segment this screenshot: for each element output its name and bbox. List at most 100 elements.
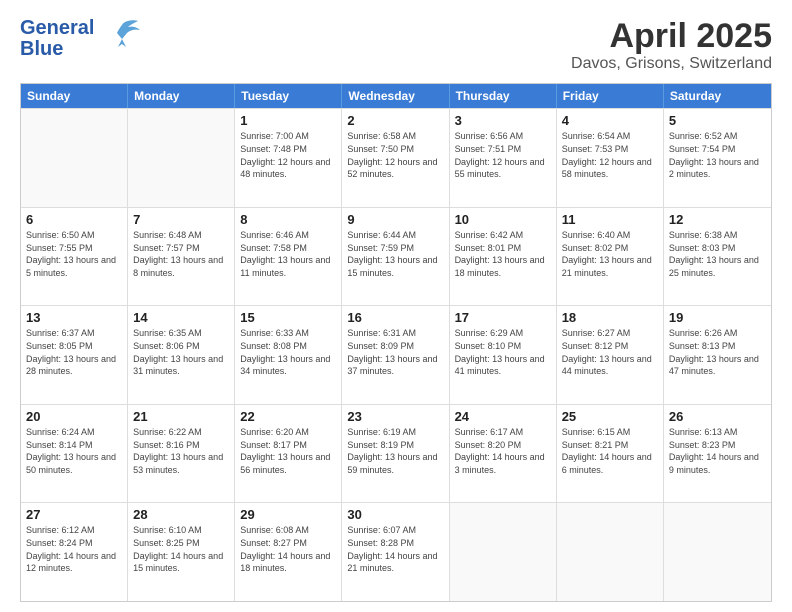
calendar-cell: 21Sunrise: 6:22 AMSunset: 8:16 PMDayligh… bbox=[128, 405, 235, 503]
calendar-header-cell: Tuesday bbox=[235, 84, 342, 108]
day-number: 19 bbox=[669, 310, 766, 325]
calendar-cell: 18 Sunrise: 6:27 AMSunset: 8:12 PMDayligh… bbox=[557, 306, 664, 404]
calendar-header-cell: Friday bbox=[557, 84, 664, 108]
day-number: 26 bbox=[669, 409, 766, 424]
day-info: Sunrise: 6:48 AMSunset: 7:57 PMDaylight:… bbox=[133, 229, 229, 279]
calendar-cell: 26 Sunrise: 6:13 AMSunset: 8:23 PMDayligh… bbox=[664, 405, 771, 503]
day-info: Sunrise: 6:42 AMSunset: 8:01 PMDaylight:… bbox=[455, 229, 551, 279]
day-info: Sunrise: 6:08 AMSunset: 8:27 PMDaylight:… bbox=[240, 524, 336, 574]
day-number: 25 bbox=[562, 409, 658, 424]
calendar-row: 13 Sunrise: 6:37 AMSunset: 8:05 PMDayligh… bbox=[21, 305, 771, 404]
logo-general: General bbox=[20, 18, 94, 39]
calendar-cell: 16 Sunrise: 6:31 AMSunset: 8:09 PMDayligh… bbox=[342, 306, 449, 404]
day-info: Sunrise: 6:12 AMSunset: 8:24 PMDaylight:… bbox=[26, 524, 122, 574]
day-info: Sunrise: 6:07 AMSunset: 8:28 PMDaylight:… bbox=[347, 524, 443, 574]
page-title: April 2025 bbox=[571, 18, 772, 55]
day-info: Sunrise: 6:58 AMSunset: 7:50 PMDaylight:… bbox=[347, 130, 443, 180]
calendar-header-cell: Monday bbox=[128, 84, 235, 108]
calendar-cell: 25 Sunrise: 6:15 AMSunset: 8:21 PMDayligh… bbox=[557, 405, 664, 503]
logo-blue: Blue bbox=[20, 39, 94, 60]
calendar-cell: 28Sunrise: 6:10 AMSunset: 8:25 PMDayligh… bbox=[128, 503, 235, 601]
calendar-row: 20Sunrise: 6:24 AMSunset: 8:14 PMDayligh… bbox=[21, 404, 771, 503]
calendar-header-cell: Thursday bbox=[450, 84, 557, 108]
calendar-cell: 2 Sunrise: 6:58 AMSunset: 7:50 PMDaylight… bbox=[342, 109, 449, 207]
calendar-header: SundayMondayTuesdayWednesdayThursdayFrid… bbox=[21, 84, 771, 108]
day-info: Sunrise: 6:46 AMSunset: 7:58 PMDaylight:… bbox=[240, 229, 336, 279]
calendar-body: 1 Sunrise: 7:00 AMSunset: 7:48 PMDaylight… bbox=[21, 108, 771, 601]
calendar-row: 6 Sunrise: 6:50 AMSunset: 7:55 PMDaylight… bbox=[21, 207, 771, 306]
day-info: Sunrise: 6:15 AMSunset: 8:21 PMDaylight:… bbox=[562, 426, 658, 476]
day-info: Sunrise: 7:00 AMSunset: 7:48 PMDaylight:… bbox=[240, 130, 336, 180]
calendar-cell: 29 Sunrise: 6:08 AMSunset: 8:27 PMDayligh… bbox=[235, 503, 342, 601]
day-number: 12 bbox=[669, 212, 766, 227]
day-number: 21 bbox=[133, 409, 229, 424]
day-info: Sunrise: 6:38 AMSunset: 8:03 PMDaylight:… bbox=[669, 229, 766, 279]
day-info: Sunrise: 6:13 AMSunset: 8:23 PMDaylight:… bbox=[669, 426, 766, 476]
day-info: Sunrise: 6:35 AMSunset: 8:06 PMDaylight:… bbox=[133, 327, 229, 377]
calendar-cell: 22 Sunrise: 6:20 AMSunset: 8:17 PMDayligh… bbox=[235, 405, 342, 503]
day-info: Sunrise: 6:26 AMSunset: 8:13 PMDaylight:… bbox=[669, 327, 766, 377]
day-number: 14 bbox=[133, 310, 229, 325]
day-number: 22 bbox=[240, 409, 336, 424]
day-number: 9 bbox=[347, 212, 443, 227]
day-number: 30 bbox=[347, 507, 443, 522]
day-info: Sunrise: 6:31 AMSunset: 8:09 PMDaylight:… bbox=[347, 327, 443, 377]
calendar-cell: 1 Sunrise: 7:00 AMSunset: 7:48 PMDaylight… bbox=[235, 109, 342, 207]
day-number: 3 bbox=[455, 113, 551, 128]
calendar-row: 27Sunrise: 6:12 AMSunset: 8:24 PMDayligh… bbox=[21, 502, 771, 601]
day-info: Sunrise: 6:37 AMSunset: 8:05 PMDaylight:… bbox=[26, 327, 122, 377]
calendar-cell: 8 Sunrise: 6:46 AMSunset: 7:58 PMDaylight… bbox=[235, 208, 342, 306]
day-number: 29 bbox=[240, 507, 336, 522]
calendar-cell bbox=[450, 503, 557, 601]
page-subtitle: Davos, Grisons, Switzerland bbox=[571, 55, 772, 73]
calendar-cell: 15 Sunrise: 6:33 AMSunset: 8:08 PMDayligh… bbox=[235, 306, 342, 404]
calendar-cell bbox=[557, 503, 664, 601]
logo: General Blue bbox=[20, 18, 140, 60]
calendar-cell bbox=[664, 503, 771, 601]
calendar-header-cell: Sunday bbox=[21, 84, 128, 108]
calendar-cell: 24 Sunrise: 6:17 AMSunset: 8:20 PMDayligh… bbox=[450, 405, 557, 503]
day-info: Sunrise: 6:50 AMSunset: 7:55 PMDaylight:… bbox=[26, 229, 122, 279]
calendar-cell: 4 Sunrise: 6:54 AMSunset: 7:53 PMDaylight… bbox=[557, 109, 664, 207]
day-info: Sunrise: 6:17 AMSunset: 8:20 PMDaylight:… bbox=[455, 426, 551, 476]
day-info: Sunrise: 6:20 AMSunset: 8:17 PMDaylight:… bbox=[240, 426, 336, 476]
day-number: 24 bbox=[455, 409, 551, 424]
day-info: Sunrise: 6:19 AMSunset: 8:19 PMDaylight:… bbox=[347, 426, 443, 476]
day-number: 23 bbox=[347, 409, 443, 424]
day-number: 17 bbox=[455, 310, 551, 325]
calendar-cell: 23 Sunrise: 6:19 AMSunset: 8:19 PMDayligh… bbox=[342, 405, 449, 503]
day-number: 13 bbox=[26, 310, 122, 325]
day-number: 28 bbox=[133, 507, 229, 522]
header: General Blue April 2025 Davos, Grisons, … bbox=[20, 18, 772, 73]
day-number: 6 bbox=[26, 212, 122, 227]
day-number: 16 bbox=[347, 310, 443, 325]
day-number: 18 bbox=[562, 310, 658, 325]
day-info: Sunrise: 6:52 AMSunset: 7:54 PMDaylight:… bbox=[669, 130, 766, 180]
calendar-header-cell: Saturday bbox=[664, 84, 771, 108]
calendar-cell: 12 Sunrise: 6:38 AMSunset: 8:03 PMDayligh… bbox=[664, 208, 771, 306]
day-info: Sunrise: 6:29 AMSunset: 8:10 PMDaylight:… bbox=[455, 327, 551, 377]
calendar-cell: 10 Sunrise: 6:42 AMSunset: 8:01 PMDayligh… bbox=[450, 208, 557, 306]
day-number: 4 bbox=[562, 113, 658, 128]
day-number: 7 bbox=[133, 212, 229, 227]
day-info: Sunrise: 6:40 AMSunset: 8:02 PMDaylight:… bbox=[562, 229, 658, 279]
day-number: 15 bbox=[240, 310, 336, 325]
calendar-row: 1 Sunrise: 7:00 AMSunset: 7:48 PMDaylight… bbox=[21, 108, 771, 207]
title-block: April 2025 Davos, Grisons, Switzerland bbox=[571, 18, 772, 73]
day-number: 8 bbox=[240, 212, 336, 227]
day-info: Sunrise: 6:27 AMSunset: 8:12 PMDaylight:… bbox=[562, 327, 658, 377]
calendar-cell: 19 Sunrise: 6:26 AMSunset: 8:13 PMDayligh… bbox=[664, 306, 771, 404]
day-number: 10 bbox=[455, 212, 551, 227]
day-info: Sunrise: 6:33 AMSunset: 8:08 PMDaylight:… bbox=[240, 327, 336, 377]
page: General Blue April 2025 Davos, Grisons, … bbox=[0, 0, 792, 612]
calendar-cell bbox=[128, 109, 235, 207]
day-info: Sunrise: 6:54 AMSunset: 7:53 PMDaylight:… bbox=[562, 130, 658, 180]
day-number: 2 bbox=[347, 113, 443, 128]
calendar-cell: 9Sunrise: 6:44 AMSunset: 7:59 PMDaylight… bbox=[342, 208, 449, 306]
calendar-cell: 14 Sunrise: 6:35 AMSunset: 8:06 PMDayligh… bbox=[128, 306, 235, 404]
calendar-cell: 13 Sunrise: 6:37 AMSunset: 8:05 PMDayligh… bbox=[21, 306, 128, 404]
day-number: 1 bbox=[240, 113, 336, 128]
calendar-cell: 20Sunrise: 6:24 AMSunset: 8:14 PMDayligh… bbox=[21, 405, 128, 503]
day-info: Sunrise: 6:56 AMSunset: 7:51 PMDaylight:… bbox=[455, 130, 551, 180]
calendar-header-cell: Wednesday bbox=[342, 84, 449, 108]
